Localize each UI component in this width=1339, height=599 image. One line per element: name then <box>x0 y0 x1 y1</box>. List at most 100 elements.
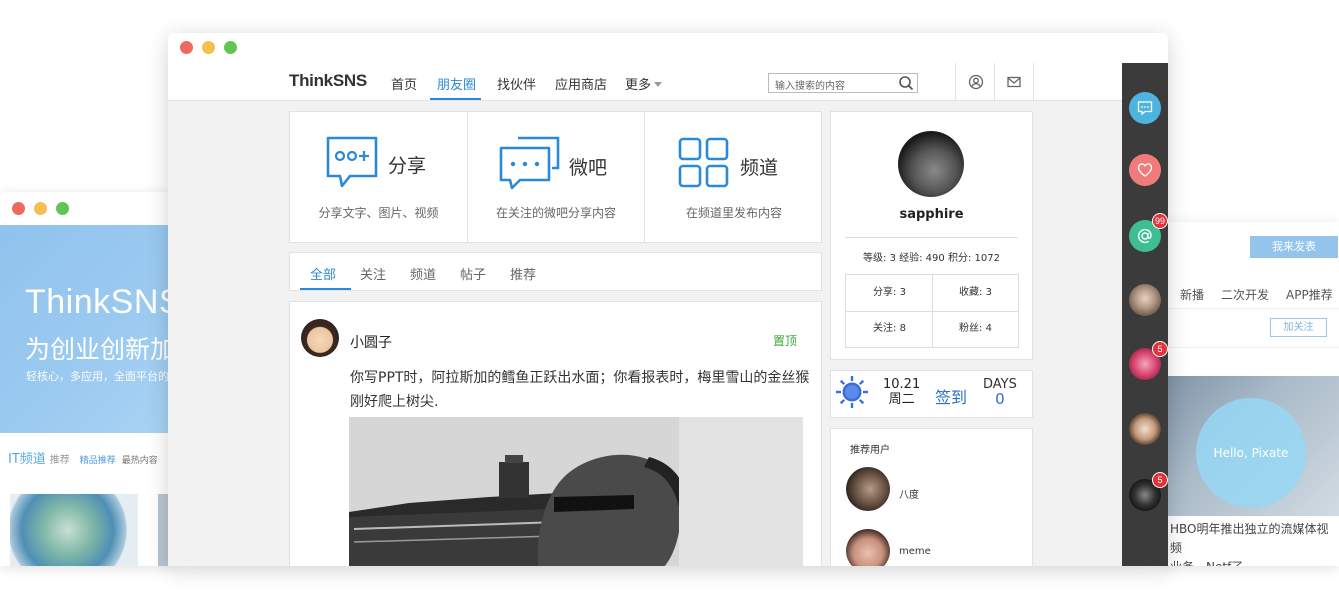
quick-share[interactable]: 分享 分享文字、图片、视频 <box>290 112 468 242</box>
post-image-art <box>349 417 803 566</box>
post-button[interactable]: 我来发表 <box>1250 236 1338 258</box>
level-line: 等级: 3 经验: 490 积分: 1072 <box>863 253 1000 264</box>
search-box <box>768 73 918 96</box>
search-icon[interactable] <box>898 75 914 91</box>
sidebar-mentions[interactable]: 99 <box>1129 213 1168 252</box>
checkin-button[interactable]: 签到 <box>935 384 967 408</box>
follow-row: 加关注 <box>1160 308 1339 348</box>
news-line: 业务，Netf了... <box>1170 558 1339 566</box>
top-navbar: ThinkSNS 首页 朋友圈 找伙伴 应用商店 更多 <box>168 63 1122 101</box>
tab-following[interactable]: 关注 <box>360 264 386 283</box>
user-icon[interactable] <box>968 74 984 90</box>
share-bubble-icon <box>326 136 378 188</box>
tab-channel[interactable]: 频道 <box>410 264 436 283</box>
hero-tagline: 轻核心，多应用，全面平台的 <box>26 370 169 383</box>
nav-friends[interactable]: 朋友圈 <box>437 74 476 93</box>
checkin-card: 10.21 周二 签到 DAYS 0 <box>830 370 1033 418</box>
avatar[interactable] <box>1129 413 1161 445</box>
quick-weiba-desc: 在关注的微吧分享内容 <box>495 206 616 220</box>
post-username[interactable]: 小圆子 <box>350 332 392 352</box>
chat-icon <box>1137 101 1153 116</box>
post-text: 你写PPT时，阿拉斯加的鳕鱼正跃出水面；你看报表时，梅里雪山的金丝猴刚好爬上树尖… <box>350 370 810 410</box>
mail-icon[interactable] <box>1006 74 1022 90</box>
tab-recommend[interactable]: 推荐 <box>510 264 536 283</box>
quick-weiba[interactable]: 微吧 在关注的微吧分享内容 <box>468 112 645 242</box>
channel-bar: IT频道 推荐 精品推荐 最热内容 <box>8 448 158 467</box>
stage: ThinkSNS 为创业创新加 轻核心，多应用，全面平台的 IT频道 推荐 精品推荐… <box>0 0 1339 599</box>
pinned-badge: 置顶 <box>773 334 798 348</box>
profile-card: sapphire 等级: 3 经验: 490 积分: 1072 分享: 3 收藏… <box>830 111 1033 360</box>
stat-share[interactable]: 分享: 3 <box>846 275 933 312</box>
nav-separator <box>955 63 956 101</box>
tab-posts[interactable]: 帖子 <box>460 264 486 283</box>
avatar[interactable] <box>1129 284 1161 316</box>
close-dot <box>12 202 25 215</box>
notification-badge: 5 <box>1152 341 1168 357</box>
close-dot[interactable] <box>180 41 193 54</box>
weekday: 周二 <box>888 392 915 407</box>
recommend-user-name[interactable]: 八度 <box>899 486 919 501</box>
feed-tabs: 全部 关注 频道 帖子 推荐 <box>289 252 822 291</box>
nav-partners[interactable]: 找伙伴 <box>497 74 536 93</box>
nav-more[interactable]: 更多 <box>625 74 663 93</box>
logo[interactable]: ThinkSNS <box>289 71 367 91</box>
feed-post: 小圆子 置顶 你写PPT时，阿拉斯加的鳕鱼正跃出水面；你看报表时，梅里雪山的金丝… <box>289 301 822 566</box>
window-controls <box>12 202 69 215</box>
notification-badge: 99 <box>1152 213 1168 229</box>
photo-caption: Hello, Pixate <box>1196 398 1306 508</box>
sun-icon <box>836 376 868 408</box>
quick-share-title: 分享 <box>388 155 427 177</box>
follow-button[interactable]: 加关注 <box>1270 318 1327 337</box>
divider <box>845 237 1018 238</box>
nav-active-underline <box>430 98 481 100</box>
maximize-dot[interactable] <box>224 41 237 54</box>
background-window-left: ThinkSNS 为创业创新加 轻核心，多应用，全面平台的 IT频道 推荐 精品推荐… <box>0 192 175 566</box>
days-count: 0 <box>995 390 1005 408</box>
tab-all[interactable]: 全部 <box>310 264 336 283</box>
avatar[interactable]: 5 <box>1129 472 1168 511</box>
nav-more-label: 更多 <box>625 78 652 93</box>
heart-icon <box>1137 163 1153 177</box>
news-text[interactable]: HBO明年推出独立的流媒体视频 业务，Netf了... <box>1170 520 1339 566</box>
avatar[interactable]: 5 <box>1129 341 1168 380</box>
window-controls <box>180 41 237 54</box>
at-icon <box>1137 228 1152 244</box>
date-value: 10.21 <box>883 377 921 392</box>
right-tab[interactable]: 新播 <box>1180 288 1204 302</box>
quick-channel-title: 频道 <box>740 157 779 179</box>
avatar[interactable] <box>846 529 890 566</box>
quick-channel[interactable]: 频道 在频道里发布内容 <box>645 112 823 242</box>
search-input[interactable] <box>769 77 889 96</box>
quick-share-desc: 分享文字、图片、视频 <box>318 206 439 220</box>
avatar[interactable] <box>301 319 339 357</box>
right-tab[interactable]: 二次开发 <box>1221 288 1269 302</box>
tab-selected[interactable]: 精品推荐 <box>80 456 116 466</box>
channel-rec: 推荐 <box>49 455 70 466</box>
quick-weiba-title: 微吧 <box>569 157 608 179</box>
sidebar-chat[interactable] <box>1129 92 1161 124</box>
nav-appstore[interactable]: 应用商店 <box>555 74 607 93</box>
avatar[interactable] <box>846 467 890 511</box>
checkin-days: DAYS 0 <box>983 377 1017 408</box>
divider <box>846 311 1018 312</box>
nav-home[interactable]: 首页 <box>391 74 417 93</box>
hero-title: ThinkSNS <box>25 283 175 321</box>
news-line: HBO明年推出独立的流媒体视频 <box>1170 522 1329 555</box>
nav-separator <box>1033 63 1034 101</box>
stats-grid: 分享: 3 收藏: 3 关注: 8 粉丝: 4 <box>845 274 1019 348</box>
main-window: ThinkSNS 首页 朋友圈 找伙伴 应用商店 更多 输入搜索的内容 分享 分… <box>168 33 1168 566</box>
notification-badge: 5 <box>1152 472 1168 488</box>
tab-hot[interactable]: 最热内容 <box>122 456 158 466</box>
right-tab[interactable]: APP推荐 <box>1286 288 1333 302</box>
stat-favorites[interactable]: 收藏: 3 <box>932 275 1019 312</box>
profile-name[interactable]: sapphire <box>831 207 1032 222</box>
recommend-user-name[interactable]: meme <box>899 546 931 557</box>
stat-following[interactable]: 关注: 8 <box>846 311 933 348</box>
maximize-dot <box>56 202 69 215</box>
minimize-dot[interactable] <box>202 41 215 54</box>
post-image[interactable] <box>349 417 803 566</box>
sidebar-like[interactable] <box>1129 154 1161 186</box>
stat-fans[interactable]: 粉丝: 4 <box>932 311 1019 348</box>
avatar[interactable] <box>898 131 964 197</box>
recommended-users-card: 推荐用户 八度 meme <box>830 428 1033 566</box>
